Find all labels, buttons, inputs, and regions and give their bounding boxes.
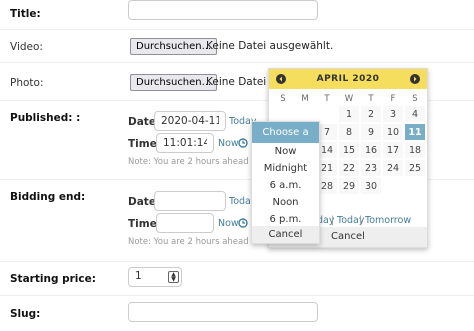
time-picker-title: Choose a time [252,122,319,159]
calendar-day[interactable]: 24 [382,159,404,177]
calendar-day[interactable]: 2 [360,105,382,123]
video-file-status: Keine Datei ausgewählt. [206,40,334,52]
slug-row: Slug: [0,296,474,331]
calendar-day[interactable]: 16 [360,141,382,159]
calendar-day[interactable]: 10 [382,123,404,141]
starting-price-input[interactable]: 1 ▲ ▼ [128,267,182,287]
time-picker-cancel-button[interactable]: Cancel [252,226,319,243]
calendar-tomorrow-link[interactable]: Tomorrow [365,215,411,226]
calendar-day[interactable]: 15 [338,141,360,159]
starting-price-label: Starting price: [10,273,96,285]
published-label: Published: : [10,112,81,124]
calendar-day[interactable]: 9 [360,123,382,141]
calendar-day[interactable]: 3 [382,105,404,123]
video-label: Video: [10,41,43,53]
calendar-separator: | [331,215,335,226]
calendar-weekday-header: S [280,94,286,104]
time-option[interactable]: Midnight [252,160,319,177]
calendar-weekday-header: T [324,94,330,104]
calendar-day[interactable]: 22 [338,159,360,177]
calendar-day[interactable]: 4 [404,105,426,123]
bidding-end-now-link[interactable]: Now [218,218,239,229]
video-row: Video: Durchsuchen... Keine Datei ausgew… [0,30,474,63]
calendar-month-label: APRIL 2020 [269,69,427,89]
calendar-day[interactable]: 18 [404,141,426,159]
time-picker-popup: Choose a time Now Midnight 6 a.m. Noon 6… [251,121,320,244]
calendar-day[interactable]: 8 [338,123,360,141]
starting-price-value: 1 [135,270,142,282]
calendar-prev-icon[interactable] [276,74,286,84]
calendar-day[interactable]: 25 [404,159,426,177]
calendar-day[interactable]: 1 [338,105,360,123]
time-option[interactable]: Noon [252,194,319,211]
time-option[interactable]: 6 a.m. [252,177,319,194]
photo-browse-button[interactable]: Durchsuchen... [130,74,218,91]
photo-label: Photo: [10,77,44,89]
number-stepper-icon[interactable]: ▲ ▼ [168,271,179,283]
starting-price-row: Starting price: 1 ▲ ▼ [0,262,474,296]
title-input[interactable] [128,0,318,20]
title-label: Title: [10,8,41,20]
bidding-end-time-input[interactable] [156,213,214,233]
calendar-day[interactable]: 30 [360,177,382,195]
bidding-end-date-input[interactable] [154,191,226,211]
published-date-input[interactable] [154,111,226,131]
calendar-day[interactable]: 17 [382,141,404,159]
calendar-day[interactable]: 29 [338,177,360,195]
calendar-separator: | [359,215,363,226]
title-row: Title: [0,0,474,30]
clock-icon[interactable] [238,138,248,151]
calendar-day[interactable]: 23 [360,159,382,177]
published-now-link[interactable]: Now [218,138,239,149]
slug-label: Slug: [10,308,41,320]
calendar-next-icon[interactable] [410,74,420,84]
calendar-weekday-header: M [301,94,309,104]
slug-input[interactable] [128,302,318,322]
bidding-end-label: Bidding end: [10,191,86,203]
video-browse-button[interactable]: Durchsuchen... [130,38,218,55]
published-time-input[interactable] [156,133,214,153]
time-option[interactable]: Now [252,143,319,160]
calendar-day[interactable]: 11 [404,123,426,141]
clock-icon[interactable] [238,218,248,231]
